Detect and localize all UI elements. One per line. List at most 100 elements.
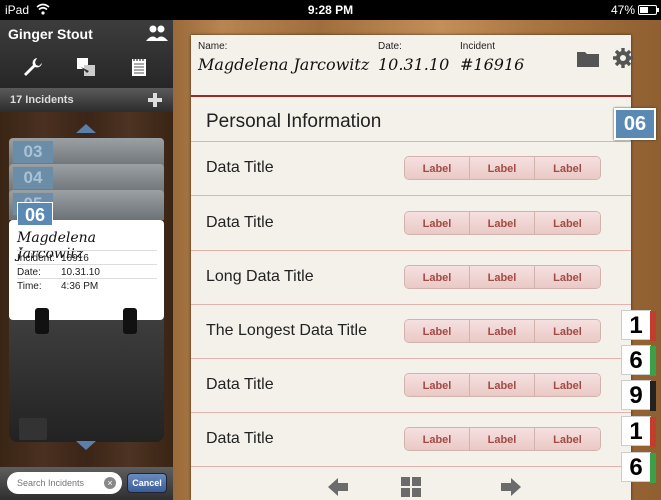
form-header: Name: Magdelena Jarcowitz Date: 10.31.10… <box>191 35 634 97</box>
scroll-up-arrow-icon[interactable] <box>76 124 96 133</box>
row-title: Data Title <box>206 430 274 447</box>
segmented-control: Label Label Label <box>404 319 601 343</box>
digit-color-stripe <box>650 417 656 447</box>
data-row: The Longest Data Title Label Label Label <box>191 305 631 359</box>
digit-color-stripe <box>650 346 656 376</box>
data-row: Data Title Label Label Label <box>191 197 631 251</box>
rolodex-post <box>123 308 137 334</box>
segment-button[interactable]: Label <box>470 266 535 288</box>
data-row: Data Title Label Label Label <box>191 413 631 467</box>
card-row-key: Incident: <box>17 253 55 264</box>
status-time: 9:28 PM <box>307 3 354 17</box>
main-area: Name: Magdelena Jarcowitz Date: 10.31.10… <box>173 20 661 500</box>
date-label: Date: <box>378 41 402 52</box>
card-row-key: Time: <box>17 281 42 292</box>
incident-tab: 03 <box>13 141 53 163</box>
name-label: Name: <box>198 41 228 52</box>
incident-digit-tab[interactable]: 1 <box>621 416 656 447</box>
segment-button[interactable]: Label <box>535 428 600 450</box>
segment-button[interactable]: Label <box>405 428 470 450</box>
segmented-control: Label Label Label <box>404 211 601 235</box>
segment-button[interactable]: Label <box>535 320 600 342</box>
rolodex-post <box>35 308 49 334</box>
row-title: The Longest Data Title <box>206 322 367 339</box>
incident-digit-tab[interactable]: 9 <box>621 380 656 411</box>
segment-button[interactable]: Label <box>470 212 535 234</box>
digit-color-stripe <box>650 453 656 483</box>
segment-button[interactable]: Label <box>470 320 535 342</box>
search-bar: × Cancel <box>0 467 173 500</box>
clear-search-icon[interactable]: × <box>104 477 116 489</box>
card-row-value: 16916 <box>61 253 89 264</box>
data-row: Long Data Title Label Label Label <box>191 251 631 305</box>
segment-button[interactable]: Label <box>470 374 535 396</box>
digit-value: 9 <box>629 382 643 409</box>
rolodex-slot <box>19 418 47 440</box>
row-title: Data Title <box>206 159 274 176</box>
current-incident-tab[interactable]: 06 <box>614 108 656 140</box>
date-value: 10.31.10 <box>378 55 450 74</box>
section-title: Personal Information <box>206 111 382 132</box>
segment-button[interactable]: Label <box>535 157 600 179</box>
selected-incident-tab: 06 <box>17 202 53 226</box>
users-icon[interactable] <box>146 24 168 42</box>
sidebar-top: Ginger Stout 17 Incidents <box>0 20 173 112</box>
sidebar: Ginger Stout 17 Incidents 03 04 06 Magde… <box>0 20 173 500</box>
incident-digit-tab[interactable]: 6 <box>621 452 656 483</box>
segment-button[interactable]: Label <box>470 157 535 179</box>
incidents-header: 17 Incidents <box>0 88 173 112</box>
selected-incident-card[interactable]: 06 Magdelena Jarcowitz Incident: 16916 Da… <box>9 202 164 320</box>
battery-fill <box>640 7 648 13</box>
form-footer-nav <box>191 472 631 500</box>
gear-icon[interactable] <box>612 47 634 69</box>
status-bar: iPad 9:28 PM 47% <box>0 0 661 20</box>
row-title: Data Title <box>206 214 274 231</box>
incident-digit-tab[interactable]: 6 <box>621 345 656 376</box>
incident-tab: 04 <box>13 167 53 189</box>
card-row: Incident: 16916 <box>17 250 157 264</box>
segment-button[interactable]: Label <box>405 157 470 179</box>
data-row: Data Title Label Label Label <box>191 359 631 413</box>
digit-value: 6 <box>629 347 643 374</box>
battery-icon <box>638 5 659 15</box>
segment-button[interactable]: Label <box>535 212 600 234</box>
incident-count: 17 Incidents <box>10 94 74 106</box>
incident-rolodex: 03 04 05 06 Magdelena Jarcowitz Incident… <box>9 138 164 442</box>
segment-button[interactable]: Label <box>535 374 600 396</box>
grid-icon[interactable] <box>400 476 422 498</box>
export-icon[interactable] <box>75 56 97 78</box>
incident-label: Incident <box>460 41 496 52</box>
segmented-control: Label Label Label <box>404 265 601 289</box>
row-title: Data Title <box>206 376 274 393</box>
wrench-icon[interactable] <box>22 56 44 78</box>
segment-button[interactable]: Label <box>405 320 470 342</box>
user-name: Ginger Stout <box>8 26 93 42</box>
folder-icon[interactable] <box>577 49 599 67</box>
incident-value: #16916 <box>460 55 525 74</box>
segmented-control: Label Label Label <box>404 156 601 180</box>
segment-button[interactable]: Label <box>405 212 470 234</box>
back-arrow-icon[interactable] <box>327 476 349 498</box>
segment-button[interactable]: Label <box>405 374 470 396</box>
card-row: Date: 10.31.10 <box>17 264 157 278</box>
card-row-value: 4:36 PM <box>61 281 99 292</box>
incident-digit-tab[interactable]: 1 <box>621 310 656 341</box>
notepad-icon[interactable] <box>128 56 150 78</box>
battery-percent: 47% <box>610 3 635 17</box>
digit-color-stripe <box>650 381 656 411</box>
digit-value: 6 <box>629 454 643 481</box>
segment-button[interactable]: Label <box>405 266 470 288</box>
digit-value: 1 <box>629 312 643 339</box>
scroll-down-arrow-icon[interactable] <box>76 441 96 450</box>
data-row: Data Title Label Label Label <box>191 142 631 196</box>
forward-arrow-icon[interactable] <box>500 476 522 498</box>
segment-button[interactable]: Label <box>470 428 535 450</box>
card-row: Time: 4:36 PM <box>17 278 157 292</box>
row-title: Long Data Title <box>206 268 314 285</box>
segment-button[interactable]: Label <box>535 266 600 288</box>
segmented-control: Label Label Label <box>404 373 601 397</box>
add-incident-button[interactable] <box>146 91 164 109</box>
card-row-value: 10.31.10 <box>61 267 100 278</box>
digit-color-stripe <box>650 311 656 341</box>
cancel-button[interactable]: Cancel <box>127 473 167 493</box>
